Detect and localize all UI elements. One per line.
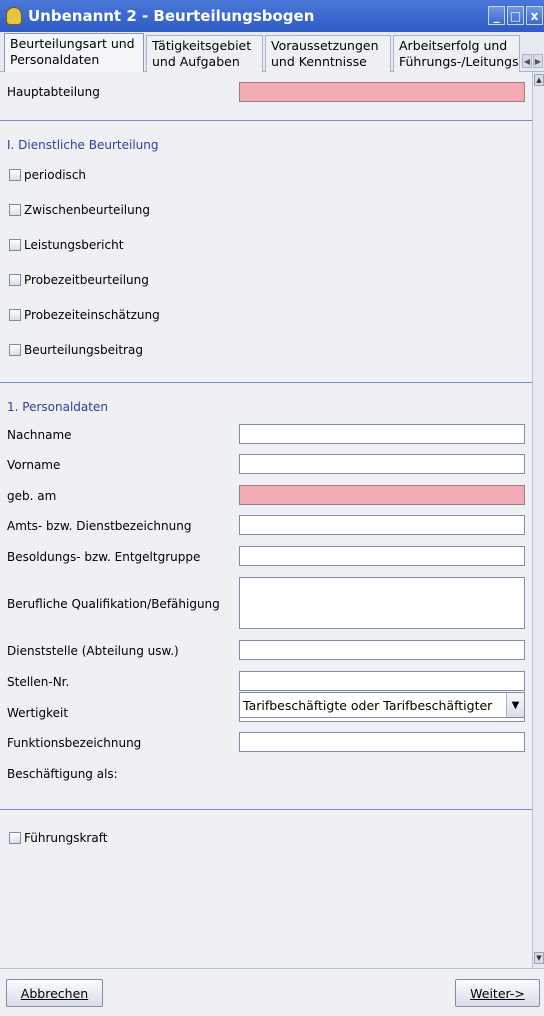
chevron-down-icon[interactable]: ▼ [506, 693, 524, 717]
stellennummer-field[interactable] [239, 671, 525, 691]
tab-scroll-left-button[interactable]: ◀ [522, 54, 532, 68]
amtsbezeichnung-field[interactable] [239, 515, 525, 535]
stellennummer-label: Stellen-Nr. [7, 675, 70, 689]
divider [0, 120, 532, 121]
beschaeftigung-label: Beschäftigung als: [7, 767, 118, 781]
checkbox-box[interactable] [9, 274, 21, 286]
cancel-button[interactable]: Abbrechen [6, 979, 103, 1007]
scroll-up-icon[interactable]: ▲ [534, 74, 544, 86]
divider [0, 809, 532, 810]
checkbox-zwischenbeurteilung[interactable]: Zwischenbeurteilung [9, 203, 150, 217]
window-title: Unbenannt 2 - Beurteilungsbogen [28, 7, 315, 25]
section-dienstliche-beurteilung: I. Dienstliche Beurteilung [7, 138, 159, 152]
scroll-down-icon[interactable]: ▼ [534, 952, 544, 964]
tab-label-line1: Voraussetzungen [271, 38, 379, 53]
tab-arbeitserfolg[interactable]: Arbeitserfolg und Führungs-/Leitungs [393, 35, 520, 72]
tab-taetigkeitsgebiet[interactable]: Tätigkeitsgebiet und Aufgaben [146, 35, 263, 72]
funktionsbezeichnung-field[interactable] [239, 732, 525, 752]
checkbox-label: Zwischenbeurteilung [24, 203, 150, 217]
geburtsdatum-label: geb. am [7, 489, 57, 503]
vertical-scrollbar[interactable]: ▲ ▼ [532, 72, 544, 968]
tab-label-line2: und Kenntnisse [271, 54, 367, 69]
tab-beurteilungsart[interactable]: Beurteilungsart und Personaldaten [4, 33, 144, 73]
dienststelle-field[interactable] [239, 640, 525, 660]
tab-bar: Beurteilungsart und Personaldaten Tätigk… [0, 32, 544, 73]
tab-label-line2: Personaldaten [10, 52, 100, 67]
form-panel: Hauptabteilung I. Dienstliche Beurteilun… [0, 72, 532, 968]
tab-label-line1: Beurteilungsart und [10, 36, 135, 51]
divider [0, 382, 532, 383]
qualifikation-label: Berufliche Qualifikation/Befähigung [7, 597, 220, 611]
checkbox-box[interactable] [9, 832, 21, 844]
qualifikation-textarea[interactable] [239, 577, 525, 629]
funktionsbezeichnung-label: Funktionsbezeichnung [7, 736, 142, 750]
app-icon [6, 7, 22, 25]
maximize-button[interactable]: □ [507, 6, 524, 25]
dienststelle-label: Dienststelle (Abteilung usw.) [7, 644, 179, 658]
tab-scroll-right-button[interactable]: ▶ [533, 54, 543, 68]
checkbox-periodisch[interactable]: periodisch [9, 168, 86, 182]
checkbox-box[interactable] [9, 239, 21, 251]
minimize-button[interactable]: _ [488, 6, 505, 25]
besoldungsgruppe-field[interactable] [239, 546, 525, 566]
checkbox-label: Probezeitbeurteilung [24, 273, 149, 287]
checkbox-probezeitbeurteilung[interactable]: Probezeitbeurteilung [9, 273, 149, 287]
tab-voraussetzungen[interactable]: Voraussetzungen und Kenntnisse [265, 35, 391, 72]
tab-label-line2: Führungs-/Leitungs [399, 54, 519, 69]
checkbox-label: Probezeiteinschätzung [24, 308, 160, 322]
amtsbezeichnung-label: Amts- bzw. Dienstbezeichnung [7, 519, 192, 533]
checkbox-label: Beurteilungsbeitrag [24, 343, 143, 357]
checkbox-beurteilungsbeitrag[interactable]: Beurteilungsbeitrag [9, 343, 143, 357]
checkbox-box[interactable] [9, 344, 21, 356]
section-personaldaten: 1. Personaldaten [7, 400, 108, 414]
checkbox-leistungsbericht[interactable]: Leistungsbericht [9, 238, 123, 252]
nachname-field[interactable] [239, 424, 525, 444]
beschaeftigung-select[interactable]: Tarifbeschäftigte oder Tarifbeschäftigte… [239, 692, 525, 718]
checkbox-label: Leistungsbericht [24, 238, 124, 252]
geburtsdatum-field[interactable] [239, 485, 525, 505]
checkbox-fuehrungskraft[interactable]: Führungskraft [9, 831, 107, 845]
next-button[interactable]: Weiter-> [455, 979, 540, 1007]
tab-label-line1: Arbeitserfolg und [399, 38, 508, 53]
checkbox-label: Führungskraft [24, 831, 108, 845]
window-titlebar: Unbenannt 2 - Beurteilungsbogen _ □ x [0, 0, 544, 32]
vorname-label: Vorname [7, 458, 61, 472]
tab-label-line1: Tätigkeitsgebiet [152, 38, 252, 53]
checkbox-probezeiteinschaetzung[interactable]: Probezeiteinschätzung [9, 308, 160, 322]
close-button[interactable]: x [526, 6, 543, 25]
nachname-label: Nachname [7, 428, 72, 442]
besoldungsgruppe-label: Besoldungs- bzw. Entgeltgruppe [7, 550, 201, 564]
checkbox-box[interactable] [9, 309, 21, 321]
vorname-field[interactable] [239, 454, 525, 474]
checkbox-label: periodisch [24, 168, 87, 182]
hauptabteilung-field[interactable] [239, 82, 525, 102]
wertigkeit-label: Wertigkeit [7, 706, 69, 720]
button-bar: Abbrechen Weiter-> [0, 968, 544, 1016]
checkbox-box[interactable] [9, 204, 21, 216]
checkbox-box[interactable] [9, 169, 21, 181]
hauptabteilung-label: Hauptabteilung [7, 85, 100, 99]
tab-label-line2: und Aufgaben [152, 54, 240, 69]
beschaeftigung-selected-value: Tarifbeschäftigte oder Tarifbeschäftigte… [243, 697, 493, 713]
